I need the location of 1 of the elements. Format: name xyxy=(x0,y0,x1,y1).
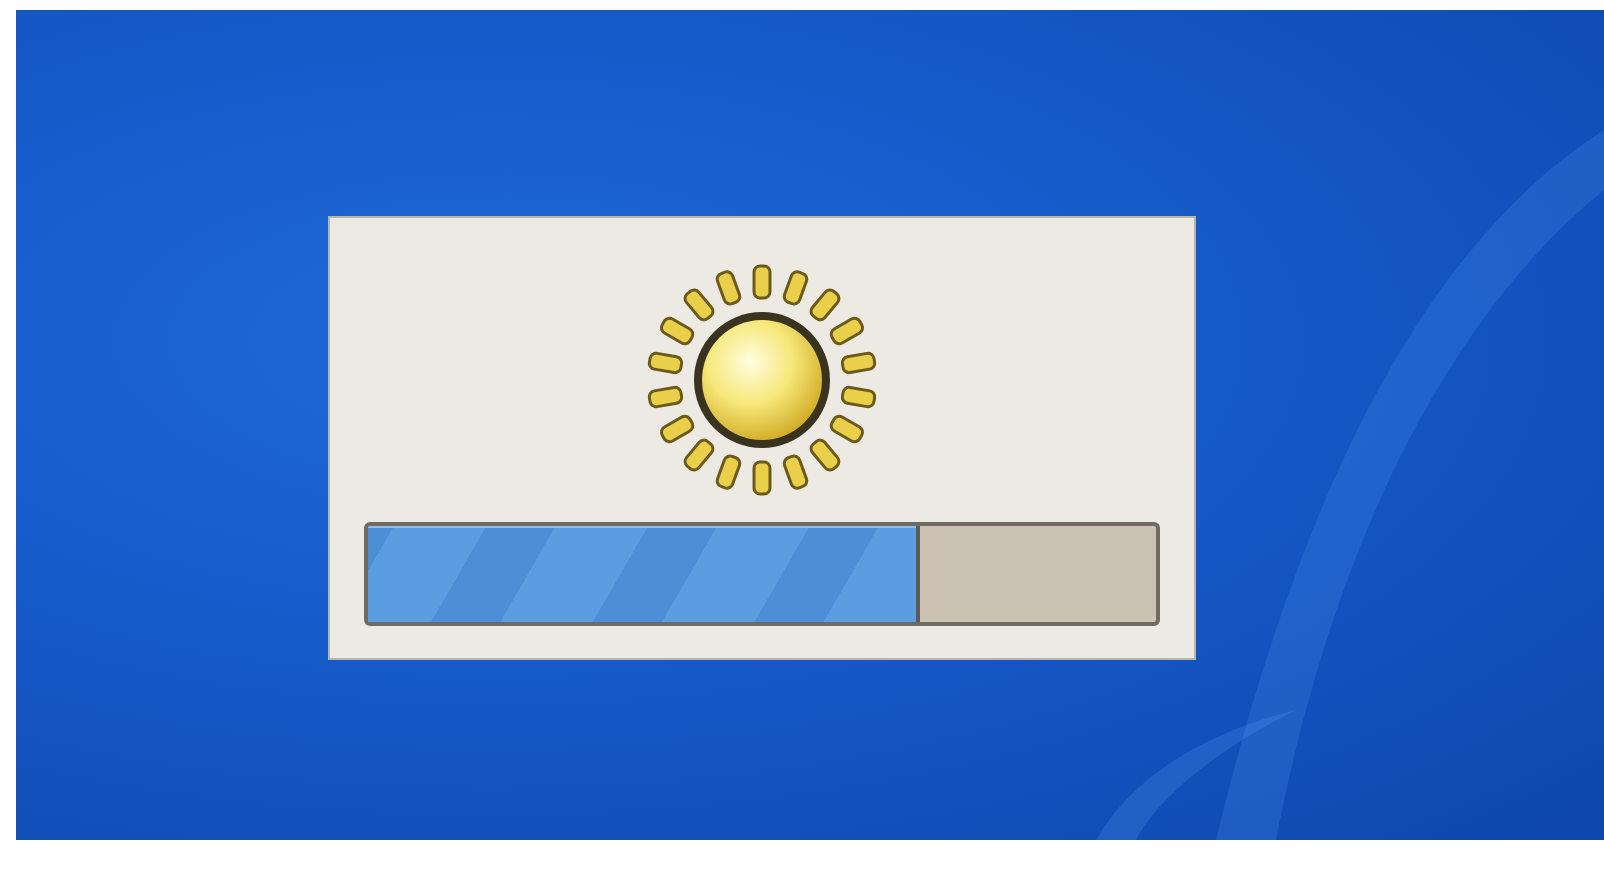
sun-icon xyxy=(646,264,878,496)
